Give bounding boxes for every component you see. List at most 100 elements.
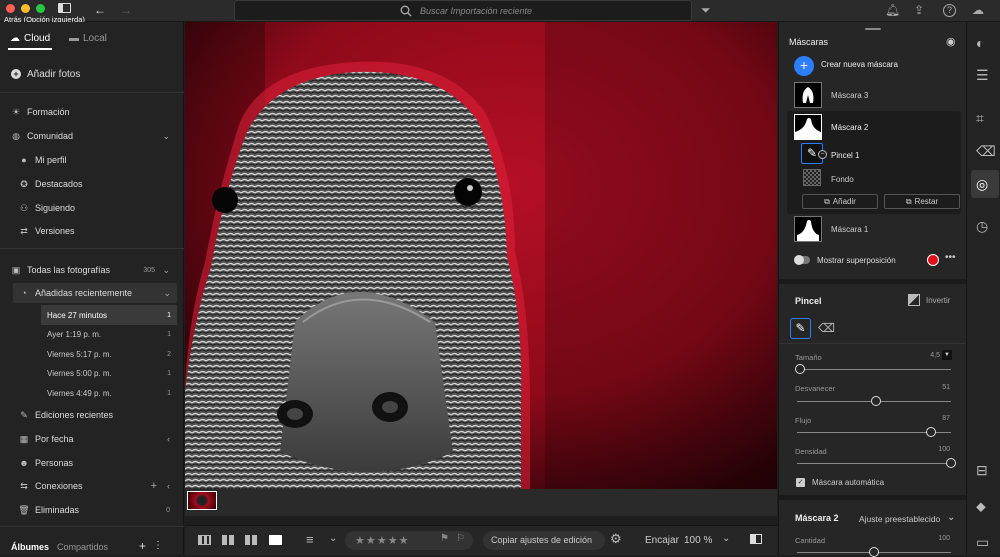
add-photos-button[interactable]: + Añadir fotos [11,64,195,84]
healing-icon[interactable]: ⌫ [976,143,996,160]
square-grid-view-icon[interactable] [222,535,234,545]
submask-label[interactable]: Fondo [831,175,854,184]
slider-knob[interactable] [795,364,806,374]
chevron-down-icon[interactable]: ⌄ [162,265,170,276]
zoom-level[interactable]: 100 % [684,535,712,546]
invert-icon[interactable] [908,294,920,306]
mask-thumbnail[interactable] [794,216,822,242]
slider-value[interactable]: 100 [938,446,950,453]
sidebar-item-people[interactable]: ☻ Personas [19,453,203,473]
mask-thumbnail[interactable] [794,114,822,140]
cloud-sync-icon[interactable]: ☁ [972,3,984,17]
mask-label[interactable]: Máscara 2 [831,123,868,132]
panel-drag-handle[interactable] [865,28,881,30]
sidebar-item-deleted[interactable]: 🗑︎ Eliminadas 0 [18,500,203,520]
chevron-down-icon[interactable]: ⌄ [163,288,171,299]
add-mask-button[interactable]: ⧉ Añadir [802,194,878,209]
filter-icon[interactable]: ⏷ [701,3,711,18]
sidebar-item-profile[interactable]: ● Mi perfil [19,150,203,170]
slider-track[interactable] [797,369,951,370]
sidebar-toggle-icon[interactable] [58,3,71,13]
info-icon[interactable]: ⊟ [976,462,988,479]
brush-tool-button[interactable]: ✎ [790,318,811,339]
slider-knob[interactable] [925,427,936,437]
amount-value[interactable]: 100 [938,535,950,542]
chevron-left-icon[interactable]: ‹ [167,434,170,444]
fit-label[interactable]: Encajar [645,535,679,546]
eraser-icon[interactable]: ⌫ [818,321,835,335]
search-input[interactable]: Buscar Importación reciente [234,0,692,21]
sidebar-item-learn[interactable]: ☀ Formación [11,102,195,122]
sidebar-item-versions[interactable]: ⇄ Versiones [19,221,203,241]
photo-grid-view-icon[interactable] [198,535,211,545]
back-arrow-icon[interactable]: ← [94,3,106,17]
sidebar-item-featured[interactable]: ✪ Destacados [19,174,203,194]
slider-knob[interactable] [869,547,879,557]
album-options-icon[interactable]: ⋮ [153,540,163,551]
notifications-icon[interactable]: 🔔︎ [885,3,900,17]
tab-cloud[interactable]: ☁ Cloud [10,33,50,44]
detail-view-icon[interactable] [269,535,282,545]
submask-label[interactable]: Pincel 1 [831,151,859,160]
tab-shared[interactable]: Compartidos [57,542,108,552]
slider-knob[interactable] [870,396,881,406]
tab-local[interactable]: ▬ Local [69,33,107,44]
visibility-eye-icon[interactable]: ◉ [946,35,956,48]
chevron-down-icon[interactable]: ⌄ [947,512,955,523]
star-rating[interactable]: ★ ★ ★ ★ ★ [355,534,409,547]
close-window-button[interactable] [6,4,15,13]
presets-icon[interactable]: ◐ [976,35,984,51]
add-album-icon[interactable]: + [139,539,146,553]
recent-item[interactable]: Viernes 4:49 p. m. 1 [47,383,177,403]
share-icon[interactable]: ⇪ [914,3,924,17]
auto-mask-checkbox[interactable]: ✓ [796,478,805,487]
crop-icon[interactable]: ⌗ [976,110,984,127]
recent-item[interactable]: Ayer 1:19 p. m. 1 [47,324,177,344]
subtract-mask-button[interactable]: ⧉ Restar [884,194,960,209]
settings-gear-icon[interactable]: ⚙ [610,531,622,547]
before-after-icon[interactable] [750,534,762,544]
photo-canvas[interactable] [185,22,777,489]
overlay-color-swatch[interactable] [927,254,939,266]
create-mask-plus-icon[interactable]: + [794,56,814,76]
overlay-toggle[interactable] [794,255,810,265]
mask-label[interactable]: Máscara 1 [831,225,868,234]
recent-item[interactable]: Hace 27 minutos 1 [41,305,177,325]
tab-albums[interactable]: Álbumes [11,542,49,552]
mask-thumbnail[interactable] [794,82,822,108]
minimize-window-button[interactable] [21,4,30,13]
sidebar-item-connections[interactable]: ⇆ Conexiones + ‹ [19,476,203,496]
more-options-icon[interactable]: ••• [945,252,956,263]
recent-item[interactable]: Viernes 5:17 p. m. 2 [47,344,177,364]
slider-knob[interactable] [946,458,956,468]
sort-icon[interactable]: ≡ [306,532,314,547]
create-mask-label[interactable]: Crear nueva máscara [821,60,898,69]
chevron-left-icon[interactable]: ‹ [167,481,170,491]
brush-size-dropdown-icon[interactable]: ▼ [942,350,952,360]
slider-value[interactable]: 4,5 [930,352,940,359]
help-icon[interactable]: ? [943,4,956,17]
sidebar-item-community[interactable]: ◍ Comunidad ⌄ [11,126,195,146]
slider-value[interactable]: 51 [942,384,950,391]
invert-label[interactable]: Invertir [926,296,950,305]
sidebar-item-recent-edits[interactable]: ✎ Ediciones recientes [19,405,203,425]
sidebar-item-by-date[interactable]: ▦ Por fecha ‹ [19,429,203,449]
zoom-window-button[interactable] [36,4,45,13]
chevron-down-icon[interactable]: ⌄ [162,131,170,142]
background-mask-thumbnail[interactable] [803,169,821,186]
filmstrip-thumbnail[interactable] [187,491,217,510]
add-connection-icon[interactable]: + [151,480,157,492]
chevron-down-icon[interactable]: ⌄ [329,533,337,544]
mask-label[interactable]: Máscara 3 [831,91,868,100]
slider-track[interactable] [797,463,951,464]
chevron-down-icon[interactable]: ⌄ [722,533,730,544]
pick-flag-icon[interactable]: ⚑ [440,533,449,544]
edit-sliders-icon[interactable]: ☰ [976,67,989,84]
slider-value[interactable]: 87 [942,415,950,422]
sidebar-item-following[interactable]: ⚇ Siguiendo [19,198,203,218]
preset-dropdown[interactable]: Ajuste preestablecido [859,514,940,524]
comments-icon[interactable]: ▭ [976,534,989,551]
forward-arrow-icon[interactable]: → [120,3,132,17]
sidebar-item-recently-added[interactable]: ◔ Añadidas recientemente ⌄ [13,283,177,303]
sidebar-item-all-photos[interactable]: ▣ Todas las fotografías 305 ⌄ [11,260,195,280]
